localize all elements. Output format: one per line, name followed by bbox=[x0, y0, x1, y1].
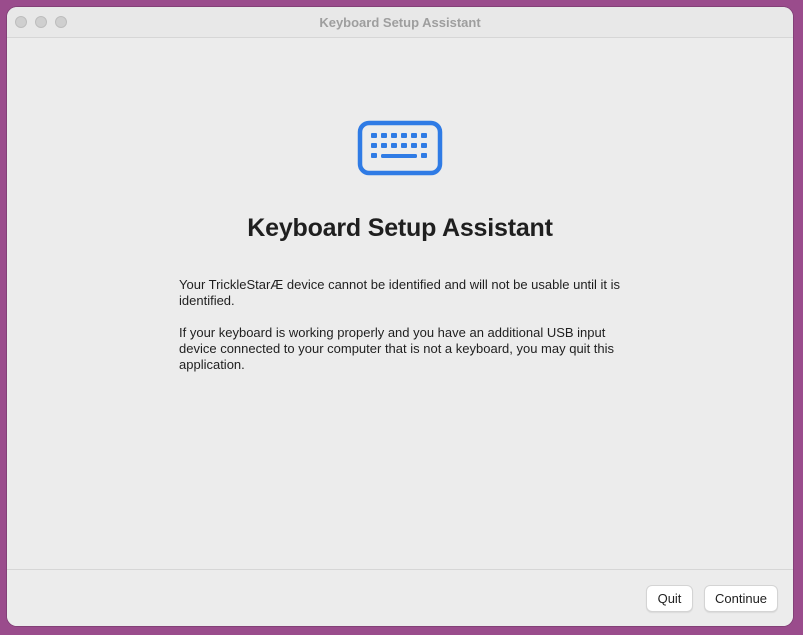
main-content: Keyboard Setup Assistant Your TrickleSta… bbox=[7, 38, 793, 569]
button-bar: Quit Continue bbox=[7, 569, 793, 626]
window-title: Keyboard Setup Assistant bbox=[319, 15, 481, 30]
app-window: Keyboard Setup Assistant Keyboard Setup … bbox=[7, 7, 793, 626]
continue-button[interactable]: Continue bbox=[704, 585, 778, 612]
keyboard-icon bbox=[357, 120, 443, 176]
quit-hint-text: If your keyboard is working properly and… bbox=[179, 325, 615, 372]
page-heading: Keyboard Setup Assistant bbox=[247, 214, 553, 242]
device-not-identified-text: Your TrickleStarÆ device cannot be ident… bbox=[179, 277, 621, 308]
description: Your TrickleStarÆ device cannot be ident… bbox=[179, 277, 629, 389]
title-bar[interactable]: Keyboard Setup Assistant bbox=[7, 7, 793, 38]
quit-button[interactable]: Quit bbox=[646, 585, 693, 612]
